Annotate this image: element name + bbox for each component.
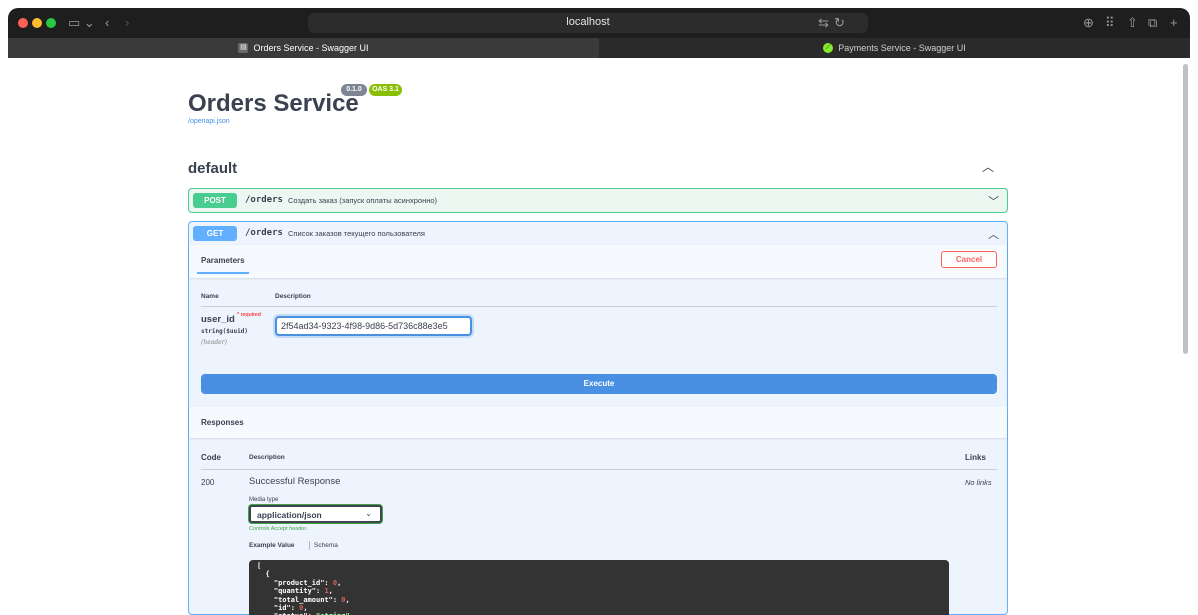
reload-icon[interactable]: ↻ bbox=[834, 14, 845, 32]
response-code: 200 bbox=[201, 478, 215, 487]
op-summary: Создать заказ (запуск оплаты асинхронно) bbox=[288, 196, 438, 205]
code-key: "id": bbox=[273, 604, 300, 613]
divider bbox=[201, 306, 997, 307]
code-line: "product_id": 0, bbox=[273, 578, 342, 587]
code-value: 0 bbox=[341, 595, 346, 604]
tab-payments-service[interactable]: ⟋ Payments Service - Swagger UI bbox=[599, 38, 1190, 58]
close-window-button[interactable] bbox=[18, 18, 28, 28]
param-name: user_id bbox=[201, 314, 235, 325]
chevron-down-icon[interactable]: ﹀ bbox=[988, 193, 999, 209]
extensions-icon[interactable]: ⠿ bbox=[1105, 14, 1115, 32]
oas-badge: OAS 3.1 bbox=[369, 84, 402, 96]
param-type: string($uuid) bbox=[201, 328, 248, 335]
param-col-name: Name bbox=[201, 293, 219, 300]
chevron-up-icon[interactable]: ︿ bbox=[988, 226, 999, 242]
code-value: 0 bbox=[332, 578, 338, 587]
user-id-input[interactable] bbox=[275, 316, 472, 336]
media-type-label: Media type bbox=[249, 497, 279, 503]
tab-separator bbox=[309, 541, 310, 550]
media-type-value: application/json bbox=[257, 510, 322, 520]
resp-col-links: Links bbox=[965, 453, 986, 462]
resp-col-code: Code bbox=[201, 453, 221, 462]
section-title[interactable]: default bbox=[188, 160, 237, 177]
code-line: "id": 0, bbox=[273, 604, 308, 613]
back-icon[interactable]: ‹ bbox=[105, 14, 109, 32]
responses-title: Responses bbox=[201, 418, 244, 427]
cancel-button[interactable]: Cancel bbox=[941, 251, 997, 268]
op-path: /orders bbox=[245, 195, 283, 205]
active-tab-underline bbox=[197, 272, 249, 274]
code-line: "total_amount": 0, bbox=[273, 595, 350, 604]
chevron-up-icon[interactable]: ︿ bbox=[982, 158, 994, 175]
translate-icon[interactable]: ⇆ bbox=[818, 14, 829, 32]
example-value-tab[interactable]: Example Value bbox=[249, 542, 295, 549]
responses-header: Responses bbox=[189, 407, 1007, 438]
browser-toolbar: ▭ ⌄ ‹ › ◐ ⛉ ▤ localhost ⇆ ↻ ⊕ ⠿ ⇧ ⧉ + bbox=[8, 8, 1190, 38]
new-tab-icon[interactable]: + bbox=[1170, 14, 1178, 32]
op-path[interactable]: /orders bbox=[245, 228, 283, 238]
method-badge-get[interactable]: GET bbox=[193, 226, 237, 241]
schema-tab[interactable]: Schema bbox=[314, 542, 338, 549]
op-summary[interactable]: Список заказов текущего пользователя bbox=[288, 229, 425, 238]
media-type-select[interactable]: application/json ⌄ bbox=[249, 505, 382, 523]
parameters-tab[interactable]: Parameters bbox=[201, 256, 245, 265]
address-bar[interactable]: localhost bbox=[308, 13, 868, 33]
param-location: (header) bbox=[201, 339, 227, 346]
url-text: localhost bbox=[566, 16, 610, 28]
opblock-post-orders[interactable]: POST /orders Создать заказ (запуск оплат… bbox=[188, 188, 1008, 213]
share-icon[interactable]: ⇧ bbox=[1127, 14, 1138, 32]
tabs-overview-icon[interactable]: ⧉ bbox=[1148, 14, 1157, 32]
swagger-favicon-icon: ▤ bbox=[238, 43, 249, 53]
chevron-down-icon: ⌄ bbox=[365, 509, 372, 518]
version-badge: 0.1.0 bbox=[341, 84, 367, 96]
downloads-icon[interactable]: ⊕ bbox=[1083, 14, 1094, 32]
response-description: Successful Response bbox=[249, 476, 341, 487]
example-json-code: [ { "product_id": 0, "quantity": 1, "tot… bbox=[249, 560, 949, 615]
response-links: No links bbox=[965, 478, 992, 487]
code-key: "total_amount": bbox=[273, 595, 342, 604]
execute-button[interactable]: Execute bbox=[201, 374, 997, 394]
tab-label: Orders Service - Swagger UI bbox=[253, 43, 369, 53]
param-col-description: Description bbox=[275, 293, 311, 300]
code-line-open-bracket: [ bbox=[257, 562, 262, 570]
tab-strip: ▤ Orders Service - Swagger UI ⟋ Payments… bbox=[8, 38, 1190, 58]
swagger-favicon-icon: ⟋ bbox=[823, 43, 834, 53]
page-scrollbar[interactable] bbox=[1183, 64, 1188, 354]
code-key: "product_id": bbox=[273, 578, 333, 587]
resp-col-description: Description bbox=[249, 454, 285, 461]
code-value: 1 bbox=[324, 587, 329, 596]
sidebar-toggle-icon[interactable]: ▭ ⌄ bbox=[68, 14, 95, 32]
tab-label: Payments Service - Swagger UI bbox=[838, 43, 966, 53]
tab-orders-service[interactable]: ▤ Orders Service - Swagger UI bbox=[8, 38, 599, 58]
zoom-window-button[interactable] bbox=[46, 18, 56, 28]
browser-window: ▭ ⌄ ‹ › ◐ ⛉ ▤ localhost ⇆ ↻ ⊕ ⠿ ⇧ ⧉ + ▤ … bbox=[8, 8, 1190, 615]
opblock-get-orders: GET /orders Список заказов текущего поль… bbox=[188, 221, 1008, 615]
param-required: * required bbox=[237, 312, 261, 318]
code-line-open-brace: { bbox=[265, 570, 270, 579]
code-value: 0 bbox=[299, 604, 304, 613]
swagger-page: Orders Service 0.1.0 OAS 3.1 /openapi.js… bbox=[8, 58, 1190, 615]
forward-icon[interactable]: › bbox=[125, 14, 129, 32]
parameters-header: Parameters Cancel bbox=[189, 245, 1007, 278]
minimize-window-button[interactable] bbox=[32, 18, 42, 28]
openapi-json-link[interactable]: /openapi.json bbox=[188, 118, 230, 125]
controls-accept-note: Controls Accept header. bbox=[249, 526, 308, 532]
code-key: "quantity": bbox=[273, 587, 325, 596]
method-badge-post: POST bbox=[193, 193, 237, 208]
code-line: "quantity": 1, bbox=[273, 587, 333, 596]
page-title: Orders Service bbox=[188, 90, 359, 117]
divider bbox=[201, 469, 997, 470]
